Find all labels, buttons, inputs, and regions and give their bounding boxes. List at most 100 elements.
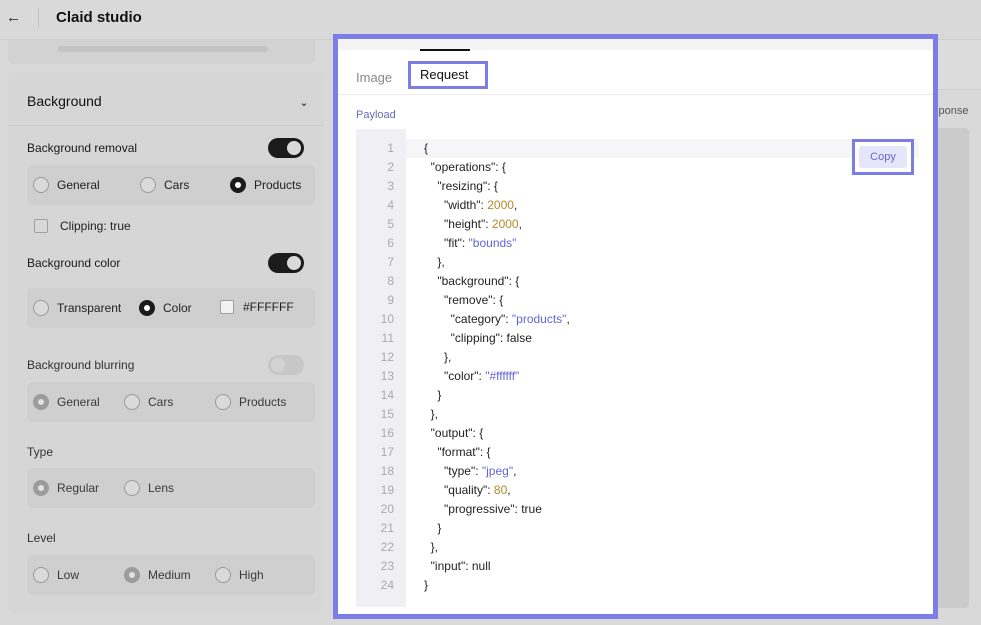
toggle-knob — [287, 256, 301, 270]
code-line: "progressive": true — [424, 500, 542, 519]
code-number: 80 — [493, 483, 508, 497]
radio-level-low[interactable]: Low — [33, 567, 79, 583]
request-panel: Image Request Payload 1 2 3 4 5 6 7 8 9 10 11 12 13 1… — [333, 34, 938, 619]
radio-indicator — [215, 567, 231, 583]
radio-label: Products — [239, 395, 287, 409]
radio-label: General — [57, 395, 100, 409]
radio-label: Medium — [148, 568, 191, 582]
code-line: { — [424, 139, 428, 158]
color-hex-field[interactable]: #FFFFFF — [220, 300, 294, 314]
radio-blur-general[interactable]: General — [33, 394, 100, 410]
code-text: , — [507, 483, 511, 497]
background-removal-toggle[interactable] — [268, 138, 304, 158]
code-text: "operations": { — [424, 160, 506, 174]
code-line: }, — [424, 405, 438, 424]
code-text: , — [566, 312, 570, 326]
chevron-down-icon[interactable]: ⌄ — [297, 96, 311, 110]
line-number: 7 — [387, 255, 394, 269]
radio-label: Regular — [57, 481, 100, 495]
code-line: "operations": { — [424, 158, 506, 177]
code-string: "bounds" — [468, 236, 517, 250]
background-color-label: Background color — [27, 256, 121, 270]
line-number: 21 — [380, 521, 394, 535]
line-number: 17 — [380, 445, 394, 459]
code-text: , — [513, 464, 517, 478]
line-number: 9 — [387, 293, 394, 307]
code-string: "#ffffff" — [485, 369, 520, 383]
radio-indicator — [215, 394, 231, 410]
code-editor[interactable]: 1 2 3 4 5 6 7 8 9 10 11 12 13 14 15 16 17 18 19 20 21 22 23 24{… — [356, 129, 919, 607]
radio-blur-cars[interactable]: Cars — [124, 394, 173, 410]
radio-indicator — [33, 300, 49, 316]
code-line: "resizing": { — [424, 177, 498, 196]
radio-indicator — [140, 177, 156, 193]
tab-image[interactable]: Image — [356, 69, 392, 87]
code-line: } — [424, 519, 441, 538]
code-text: "resizing": { — [424, 179, 498, 193]
code-line: "background": { — [424, 272, 519, 291]
radio-level-medium[interactable]: Medium — [124, 567, 191, 583]
blurred-content — [58, 46, 268, 52]
radio-type-lens[interactable]: Lens — [124, 480, 174, 496]
line-number: 4 — [387, 198, 394, 212]
line-number: 18 — [380, 464, 394, 478]
code-line: } — [424, 576, 428, 595]
background-blurring-toggle[interactable] — [268, 355, 304, 375]
code-line: "clipping": false — [424, 329, 532, 348]
code-text: , — [513, 198, 518, 212]
radio-type-regular[interactable]: Regular — [33, 480, 99, 496]
header-divider — [38, 8, 39, 28]
line-number: 3 — [387, 179, 394, 193]
code-text: "remove": { — [424, 293, 504, 307]
radio-removal-cars[interactable]: Cars — [140, 177, 189, 193]
panel-divider — [8, 125, 324, 126]
code-line: } — [424, 386, 441, 405]
code-text: }, — [424, 350, 452, 364]
line-number: 6 — [387, 236, 394, 250]
code-line: "fit": "bounds" — [424, 234, 516, 253]
radio-color-transparent[interactable]: Transparent — [33, 300, 121, 316]
tab-request[interactable]: Request — [408, 61, 488, 89]
arrow-left-icon[interactable]: ← — [6, 9, 21, 27]
copy-button[interactable]: Copy — [852, 139, 914, 175]
radio-indicator — [230, 177, 246, 193]
code-line: "type": "jpeg", — [424, 462, 516, 481]
code-text: "background": { — [424, 274, 520, 288]
radio-removal-general[interactable]: General — [33, 177, 100, 193]
radio-removal-products[interactable]: Products — [230, 177, 301, 193]
payload-label: Payload — [356, 109, 396, 121]
radio-color-color[interactable]: Color — [139, 300, 192, 316]
radio-blur-products[interactable]: Products — [215, 394, 286, 410]
code-text: }, — [424, 540, 439, 554]
section-title-background[interactable]: Background — [27, 92, 102, 110]
radio-label: Cars — [148, 395, 174, 409]
background-color-toggle[interactable] — [268, 253, 304, 273]
radio-level-high[interactable]: High — [215, 567, 264, 583]
line-number: 12 — [380, 350, 394, 364]
collapsed-section-card — [8, 40, 315, 64]
code-text: } — [424, 578, 429, 592]
code-line: "height": 2000, — [424, 215, 522, 234]
line-number: 5 — [387, 217, 394, 231]
clipping-label: Clipping: true — [60, 219, 131, 233]
code-line: "color": "#ffffff" — [424, 367, 519, 386]
line-number: 20 — [380, 502, 394, 516]
radio-indicator — [33, 394, 49, 410]
radio-label: Transparent — [57, 301, 122, 315]
radio-indicator — [124, 394, 140, 410]
code-text: "format": { — [424, 445, 491, 459]
color-hex-value: #FFFFFF — [243, 300, 294, 314]
line-number: 14 — [380, 388, 394, 402]
right-tab-strip — [935, 40, 981, 90]
code-line: "category": "products", — [424, 310, 570, 329]
code-text: { — [424, 141, 429, 155]
code-number: 2000 — [491, 217, 519, 231]
clipping-checkbox[interactable]: Clipping: true — [34, 219, 131, 233]
radio-label: General — [57, 178, 100, 192]
toggle-knob — [271, 358, 285, 372]
background-blurring-label: Background blurring — [27, 358, 135, 372]
active-tab-indicator — [420, 49, 470, 51]
radio-label: Color — [163, 301, 192, 315]
code-string: "jpeg" — [481, 464, 514, 478]
code-text: "output": { — [424, 426, 484, 440]
